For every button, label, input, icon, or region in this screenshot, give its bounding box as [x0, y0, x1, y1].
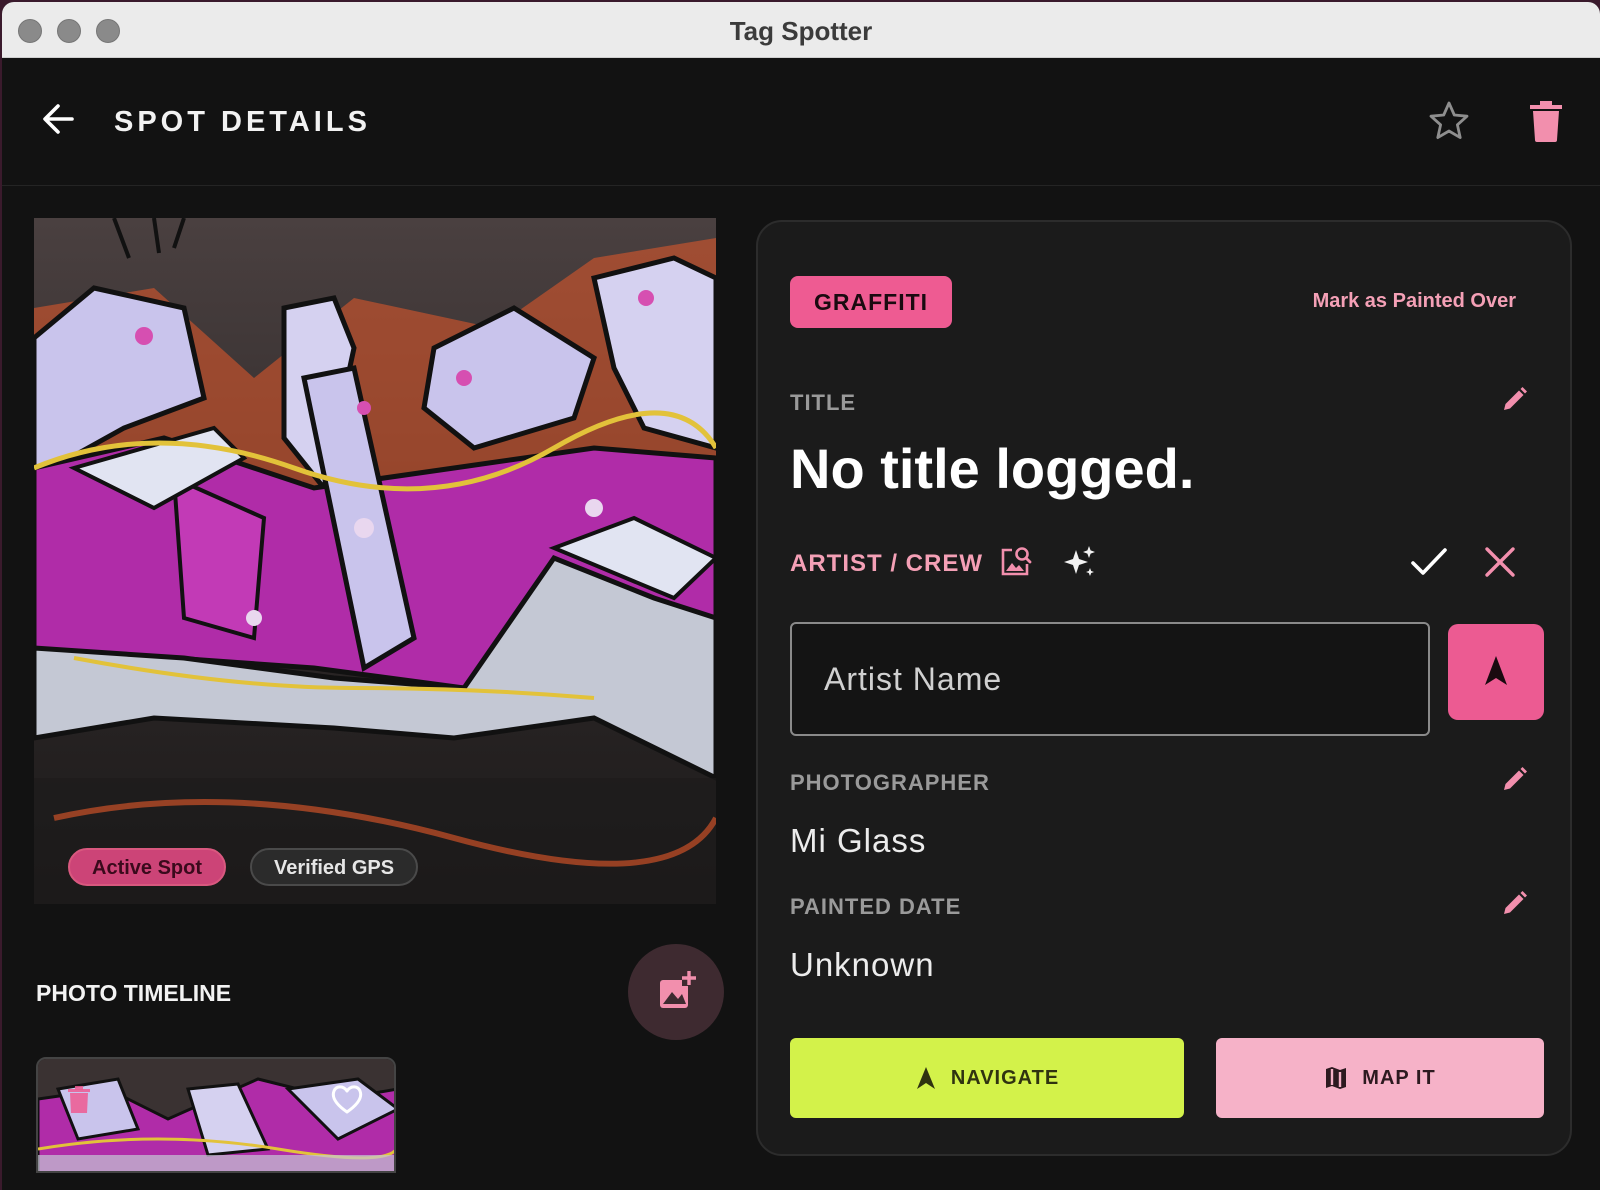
edit-icon[interactable]	[1498, 384, 1530, 416]
app-bar: SPOT DETAILS	[2, 59, 1600, 186]
close-icon[interactable]	[1484, 546, 1516, 578]
verified-gps-chip: Verified GPS	[250, 848, 419, 886]
photographer-value: Mi Glass	[790, 822, 927, 859]
add-photo-button[interactable]	[628, 944, 724, 1040]
active-spot-chip: Active Spot	[68, 848, 227, 886]
map-it-label: MAP IT	[1362, 1066, 1436, 1089]
map-icon	[1326, 1067, 1347, 1089]
spot-photo[interactable]	[34, 218, 716, 904]
spot-details-card: GRAFFITI Mark as Painted Over TITLE No t…	[756, 220, 1572, 1156]
artist-name-input[interactable]	[790, 622, 1430, 736]
navigation-arrow-icon	[1485, 656, 1507, 685]
submit-artist-button[interactable]	[1448, 624, 1544, 720]
navigation-arrow-icon	[916, 1067, 935, 1089]
heart-icon[interactable]	[330, 1083, 364, 1115]
page-title: SPOT DETAILS	[114, 106, 371, 138]
artist-crew-label: ARTIST / CREW	[790, 550, 983, 577]
category-badge: GRAFFITI	[790, 276, 953, 328]
timeline-photo-thumbnail[interactable]	[36, 1057, 396, 1173]
app-window: Tag Spotter SPOT DETAILS Active Spot Ver…	[2, 2, 1600, 1190]
photo-timeline-heading: PHOTO TIMELINE	[36, 980, 232, 1006]
window-titlebar: Tag Spotter	[2, 2, 1600, 58]
trash-icon[interactable]	[66, 1085, 92, 1115]
sparkle-icon[interactable]	[1062, 544, 1098, 580]
map-it-button[interactable]: MAP IT	[1216, 1038, 1544, 1118]
add-photo-icon	[660, 971, 696, 1008]
star-icon[interactable]	[1427, 99, 1471, 143]
window-title: Tag Spotter	[729, 16, 873, 46]
check-icon[interactable]	[1410, 544, 1448, 580]
navigate-label: NAVIGATE	[950, 1066, 1060, 1089]
mark-painted-over-button[interactable]: Mark as Painted Over	[1313, 290, 1516, 313]
trash-icon[interactable]	[1526, 99, 1566, 143]
image-search-icon[interactable]	[998, 545, 1032, 579]
navigate-button[interactable]: NAVIGATE	[790, 1038, 1184, 1118]
edit-icon[interactable]	[1498, 888, 1530, 920]
back-arrow-icon[interactable]	[38, 99, 78, 139]
painted-date-label: PAINTED DATE	[790, 894, 962, 919]
photographer-label: PHOTOGRAPHER	[790, 770, 990, 795]
title-label: TITLE	[790, 390, 857, 415]
painted-date-value: Unknown	[790, 946, 935, 983]
edit-icon[interactable]	[1498, 764, 1530, 796]
spot-title: No title logged.	[790, 437, 1195, 500]
